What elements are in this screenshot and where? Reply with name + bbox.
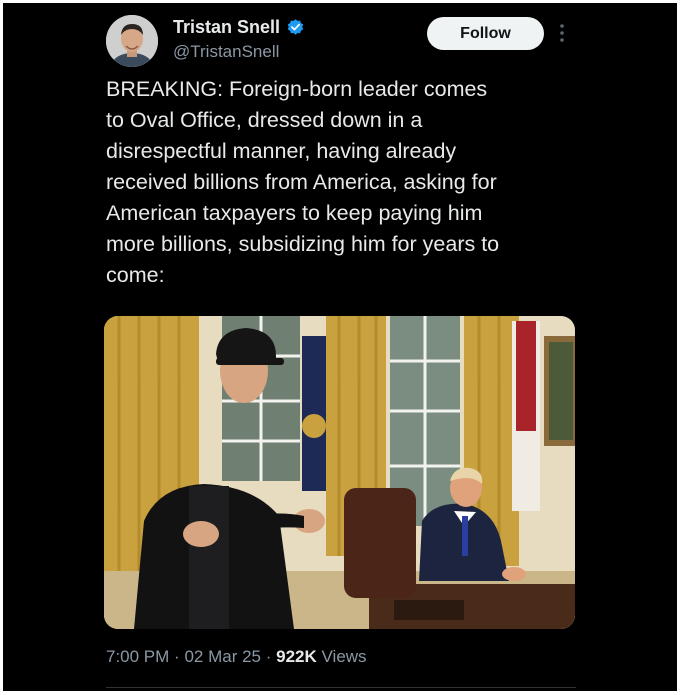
verified-badge-icon xyxy=(287,19,304,35)
follow-button[interactable]: Follow xyxy=(427,17,544,50)
author-name-row: Tristan Snell xyxy=(173,17,305,38)
tweet-photo[interactable] xyxy=(104,316,575,629)
tweet-card: Tristan Snell @TristanSnell Follow BREAK… xyxy=(3,3,677,691)
tweet-time[interactable]: 7:00 PM xyxy=(106,647,169,666)
views-label[interactable]: Views xyxy=(322,647,367,666)
avatar-image xyxy=(106,15,158,67)
meta-separator: · xyxy=(265,647,272,666)
divider xyxy=(106,687,576,688)
tweet-date[interactable]: 02 Mar 25 xyxy=(184,647,261,666)
oval-office-photo xyxy=(104,316,575,629)
author-avatar[interactable] xyxy=(106,15,158,67)
views-count[interactable]: 922K xyxy=(276,647,317,666)
tweet-meta: 7:00 PM · 02 Mar 25 · 922K Views xyxy=(106,647,367,667)
author-name[interactable]: Tristan Snell xyxy=(173,17,280,38)
meta-separator: · xyxy=(174,647,180,666)
tweet-text: BREAKING: Foreign-born leader comes to O… xyxy=(106,77,500,287)
author-handle[interactable]: @TristanSnell xyxy=(173,42,279,62)
more-vertical-icon[interactable] xyxy=(558,21,566,45)
